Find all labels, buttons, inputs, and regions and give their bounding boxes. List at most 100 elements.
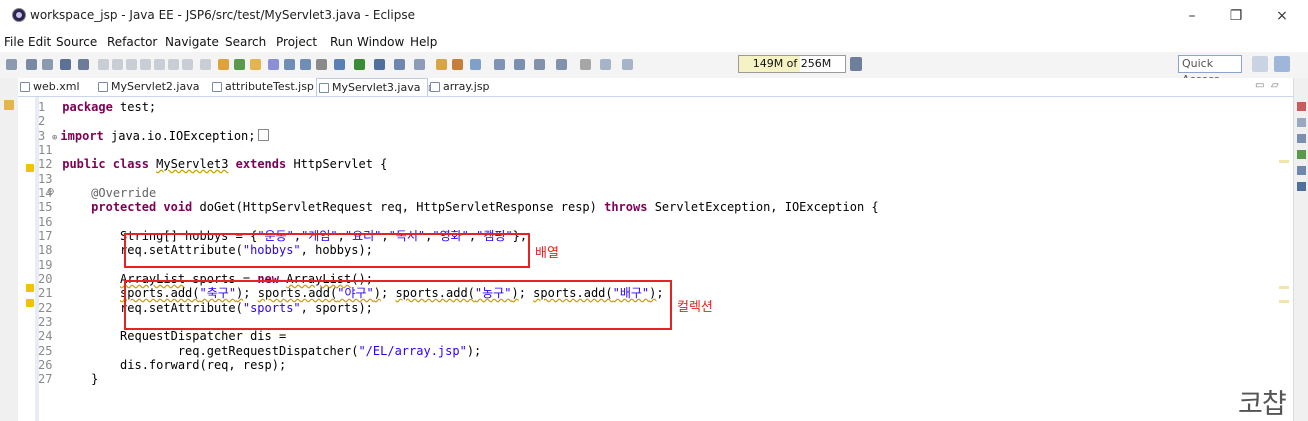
overview-warning-marker[interactable] xyxy=(1279,300,1289,303)
external-tools-icon[interactable] xyxy=(374,59,385,70)
tab-web-xml[interactable]: web.xml xyxy=(18,78,88,96)
menu-edit[interactable]: Edit xyxy=(28,35,51,49)
warning-icon[interactable] xyxy=(26,299,34,307)
open-type-icon[interactable] xyxy=(218,59,229,70)
code-line: 15 protected void doGet(HttpServletReque… xyxy=(38,200,879,214)
fold-expand-icon[interactable]: ⊕ xyxy=(52,133,57,143)
new-package-icon[interactable] xyxy=(414,59,425,70)
pin-icon[interactable] xyxy=(470,59,481,70)
run-icon[interactable] xyxy=(354,59,365,70)
step-over-icon[interactable] xyxy=(168,59,179,70)
tab-attributetest-jsp[interactable]: attributeTest.jsp xyxy=(210,78,326,96)
right-trim-bar xyxy=(1293,78,1308,421)
step-into-icon[interactable] xyxy=(154,59,165,70)
data-source-view-icon[interactable] xyxy=(1297,150,1306,159)
menu-refactor[interactable]: Refactor xyxy=(107,35,157,49)
tab-label: MyServlet3.java xyxy=(332,81,421,94)
folded-block-icon[interactable] xyxy=(257,129,269,141)
tab-array-jsp[interactable]: array.jsp xyxy=(428,78,498,96)
code-line: 13 xyxy=(38,172,53,186)
window-title: workspace_jsp - Java EE - JSP6/src/test/… xyxy=(30,8,415,22)
overview-warning-marker[interactable] xyxy=(1279,286,1289,289)
fold-collapse-icon[interactable]: ⊖ xyxy=(47,187,55,197)
tab-label: array.jsp xyxy=(443,80,490,93)
last-edit-icon[interactable] xyxy=(580,59,591,70)
disconnect-icon[interactable] xyxy=(140,59,151,70)
minimize-editor-icon[interactable]: ▭ xyxy=(1255,80,1264,91)
search-icon[interactable] xyxy=(234,59,245,70)
code-line: 2 xyxy=(38,114,46,128)
save-icon[interactable] xyxy=(26,59,37,70)
collection-label: 컬렉션 xyxy=(677,300,713,315)
menu-help[interactable]: Help xyxy=(410,35,437,49)
skip-breakpoints-icon[interactable] xyxy=(78,59,89,70)
debug-icon[interactable] xyxy=(334,59,345,70)
new-java-project-icon[interactable] xyxy=(394,59,405,70)
heap-status: 149M of 256M xyxy=(738,55,846,73)
new-icon[interactable] xyxy=(6,59,17,70)
overview-ruler xyxy=(1276,97,1293,421)
restore-view-icon[interactable] xyxy=(4,100,14,110)
resume-icon[interactable] xyxy=(98,59,109,70)
suspend-icon[interactable] xyxy=(112,59,123,70)
editor-tabs: web.xml MyServlet2.java attributeTest.js… xyxy=(18,78,1293,97)
toggle-mark-icon[interactable] xyxy=(268,59,279,70)
eclipse-icon xyxy=(12,8,26,22)
warning-icon[interactable] xyxy=(26,284,34,292)
menu-window[interactable]: Window xyxy=(357,35,404,49)
close-button[interactable]: × xyxy=(1262,4,1302,28)
title-bar: workspace_jsp - Java EE - JSP6/src/test/… xyxy=(0,0,1308,32)
show-whitespace-icon[interactable] xyxy=(300,59,311,70)
maximize-button[interactable]: ❐ xyxy=(1216,4,1256,28)
annotation-icon[interactable] xyxy=(452,59,463,70)
terminate-icon[interactable] xyxy=(126,59,137,70)
link-icon[interactable] xyxy=(514,59,525,70)
back-icon[interactable] xyxy=(600,59,611,70)
step-return-icon[interactable] xyxy=(182,59,193,70)
snippets-view-icon[interactable] xyxy=(1297,166,1306,175)
code-line: 3 ⊕ import java.io.IOException; xyxy=(38,129,269,143)
servers-view-icon[interactable] xyxy=(1297,134,1306,143)
next-annotation-icon[interactable] xyxy=(534,59,545,70)
warning-icon[interactable] xyxy=(26,164,34,172)
code-line: 19 xyxy=(38,258,53,272)
console-view-icon[interactable] xyxy=(1297,182,1306,191)
code-line: 24 RequestDispatcher dis = xyxy=(38,329,287,343)
markers-view-icon[interactable] xyxy=(1297,118,1306,127)
minimize-button[interactable]: – xyxy=(1172,4,1212,28)
open-perspective-icon[interactable] xyxy=(1252,56,1268,72)
outline-view-icon[interactable] xyxy=(1297,102,1306,111)
tab-myservlet2-java[interactable]: MyServlet2.java xyxy=(96,78,206,96)
menu-file[interactable]: File xyxy=(4,35,24,49)
web-browser-icon[interactable] xyxy=(494,59,505,70)
task-icon[interactable] xyxy=(250,59,261,70)
drop-to-frame-icon[interactable] xyxy=(200,59,211,70)
previous-annotation-icon[interactable] xyxy=(556,59,567,70)
watermark: 코챱 xyxy=(1238,389,1287,420)
open-task-icon[interactable] xyxy=(436,59,447,70)
pilcrow-icon[interactable] xyxy=(316,59,327,70)
maximize-editor-icon[interactable]: ▱ xyxy=(1271,80,1279,91)
menu-project[interactable]: Project xyxy=(276,35,317,49)
java-ee-perspective-icon[interactable] xyxy=(1274,56,1290,72)
garbage-collect-icon[interactable] xyxy=(850,57,862,71)
array-highlight-box xyxy=(124,233,530,268)
code-line: 25 req.getRequestDispatcher("/EL/array.j… xyxy=(38,344,482,358)
block-select-icon[interactable] xyxy=(284,59,295,70)
quick-access-input[interactable]: Quick Access xyxy=(1178,55,1242,86)
java-file-icon xyxy=(98,82,108,92)
overview-warning-marker[interactable] xyxy=(1279,160,1289,163)
menu-search[interactable]: Search xyxy=(225,35,266,49)
save-all-icon[interactable] xyxy=(42,59,53,70)
tab-label: web.xml xyxy=(33,80,80,93)
java-file-icon xyxy=(319,83,329,93)
code-line: 12 public class MyServlet3 extends HttpS… xyxy=(38,157,388,171)
forward-icon[interactable] xyxy=(622,59,633,70)
menu-navigate[interactable]: Navigate xyxy=(165,35,219,49)
code-line: 16 xyxy=(38,215,53,229)
server-icon[interactable] xyxy=(60,59,71,70)
menu-run[interactable]: Run xyxy=(330,35,353,49)
menu-source[interactable]: Source xyxy=(56,35,97,49)
menu-bar: File Edit Source Refactor Navigate Searc… xyxy=(0,32,1308,52)
tab-myservlet3-java[interactable]: MyServlet3.java ⊠ xyxy=(316,78,436,96)
